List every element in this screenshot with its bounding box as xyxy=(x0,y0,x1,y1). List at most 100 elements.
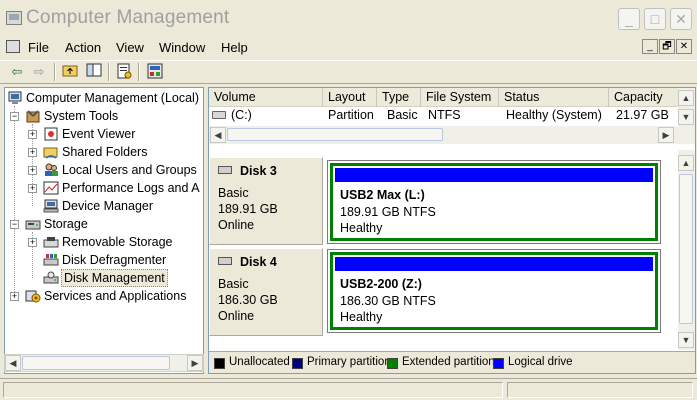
removable-storage-icon xyxy=(43,235,59,249)
expand-icon[interactable]: + xyxy=(10,292,19,301)
disk-name: Disk 4 xyxy=(240,255,277,269)
expand-icon[interactable]: + xyxy=(28,238,37,247)
extended-partition-frame: USB2 Max (L:) 189.91 GB NTFS Healthy xyxy=(330,163,658,241)
disk-size: 189.91 GB xyxy=(218,202,278,216)
users-icon xyxy=(43,163,59,177)
volume-list-horizontal-scrollbar[interactable]: ◀ ▶ xyxy=(209,126,695,144)
partition-name: USB2 Max (L:) xyxy=(340,188,425,202)
properties-icon[interactable] xyxy=(115,63,133,81)
status-pane xyxy=(3,382,503,398)
close-button[interactable]: ✕ xyxy=(670,8,692,30)
toolbar-separator xyxy=(54,63,56,81)
legend-label: Primary partition xyxy=(307,356,391,368)
mdi-restore-button[interactable]: 🗗 xyxy=(659,39,675,54)
partition-detail: 186.30 GB NTFS xyxy=(340,294,436,308)
scroll-up-arrow[interactable]: ▲ xyxy=(678,90,694,106)
scrollbar-thumb[interactable] xyxy=(22,356,170,370)
menu-bar xyxy=(0,36,697,58)
scroll-down-arrow[interactable]: ▼ xyxy=(678,332,694,348)
partition-usb2-max[interactable]: USB2 Max (L:) 189.91 GB NTFS Healthy xyxy=(327,160,661,244)
back-icon[interactable]: ⇦ xyxy=(8,63,26,81)
menu-action[interactable]: Action xyxy=(65,40,101,55)
collapse-icon[interactable]: − xyxy=(10,112,19,121)
document-window-icon[interactable] xyxy=(6,40,20,53)
scroll-down-arrow[interactable]: ▼ xyxy=(678,109,694,125)
forward-icon[interactable]: ⇨ xyxy=(30,63,48,81)
partition-detail: 189.91 GB NTFS xyxy=(340,205,436,219)
scroll-right-arrow[interactable]: ▶ xyxy=(658,127,674,143)
partition-name: USB2-200 (Z:) xyxy=(340,277,422,291)
legend-label: Unallocated xyxy=(229,356,290,368)
disk-name: Disk 3 xyxy=(240,164,277,178)
column-header-volume[interactable]: Volume xyxy=(209,88,323,107)
tree-horizontal-scrollbar[interactable]: ◀ ▶ xyxy=(4,354,204,372)
partition-status: Healthy xyxy=(340,221,383,235)
disk-icon xyxy=(218,257,232,265)
column-header-type[interactable]: Type xyxy=(377,88,421,107)
column-header-file-system[interactable]: File System xyxy=(421,88,499,107)
partition-usb2-200[interactable]: USB2-200 (Z:) 186.30 GB NTFS Healthy xyxy=(327,249,661,333)
status-pane xyxy=(507,382,693,398)
up-folder-icon[interactable] xyxy=(61,63,79,81)
expand-icon[interactable]: + xyxy=(28,148,37,157)
maximize-button[interactable]: □ xyxy=(644,8,666,30)
column-header-capacity[interactable]: Capacity xyxy=(609,88,678,107)
storage-icon xyxy=(25,217,41,231)
device-manager-icon xyxy=(43,199,59,213)
scroll-left-arrow[interactable]: ◀ xyxy=(210,127,226,143)
menu-view[interactable]: View xyxy=(116,40,144,55)
cell-volume: (C:) xyxy=(231,108,252,122)
cell-status: Healthy (System) xyxy=(506,108,602,122)
volume-list-header: Volume Layout Type File System Status Ca… xyxy=(209,88,678,107)
legend-label: Logical drive xyxy=(508,356,573,368)
disk-management-icon xyxy=(43,271,59,285)
disk-3-label[interactable]: Disk 3 Basic 189.91 GB Online xyxy=(209,157,323,245)
shared-folder-icon xyxy=(43,145,59,159)
help-icon[interactable] xyxy=(146,63,164,81)
event-viewer-icon xyxy=(43,127,59,141)
volume-drive-icon xyxy=(212,111,226,119)
legend-label: Extended partition xyxy=(402,356,495,368)
legend-swatch-unallocated xyxy=(214,358,225,369)
disk-size: 186.30 GB xyxy=(218,293,278,307)
computer-icon xyxy=(7,91,23,105)
status-bar xyxy=(0,378,697,400)
menu-file[interactable]: File xyxy=(28,40,49,55)
disk-4-label[interactable]: Disk 4 Basic 186.30 GB Online xyxy=(209,248,323,336)
column-header-layout[interactable]: Layout xyxy=(323,88,377,107)
mdi-minimize-button[interactable]: _ xyxy=(642,39,658,54)
tools-icon xyxy=(25,109,41,123)
mdi-close-button[interactable]: ✕ xyxy=(676,39,692,54)
scrollbar-thumb[interactable] xyxy=(679,174,693,324)
legend-bar: Unallocated Primary partition Extended p… xyxy=(209,351,695,373)
show-hide-tree-icon[interactable] xyxy=(85,63,103,81)
menu-help[interactable]: Help xyxy=(221,40,248,55)
collapse-icon[interactable]: − xyxy=(10,220,19,229)
extended-partition-frame: USB2-200 (Z:) 186.30 GB NTFS Healthy xyxy=(330,252,658,330)
volume-list-vertical-scrollbar[interactable]: ▲ ▼ xyxy=(678,88,695,126)
scroll-left-arrow[interactable]: ◀ xyxy=(5,355,21,371)
scrollbar-thumb[interactable] xyxy=(227,128,443,141)
perf-logs-icon xyxy=(43,181,59,195)
menu-window[interactable]: Window xyxy=(159,40,205,55)
minimize-button[interactable]: _ xyxy=(618,8,640,30)
scroll-up-arrow[interactable]: ▲ xyxy=(678,155,694,171)
expand-icon[interactable]: + xyxy=(28,184,37,193)
cell-layout: Partition xyxy=(328,108,374,122)
column-header-status[interactable]: Status xyxy=(499,88,609,107)
logical-drive-bar xyxy=(335,257,653,271)
tree-connector xyxy=(14,106,15,296)
window-title: Computer Management xyxy=(26,7,230,28)
computer-management-icon xyxy=(6,11,22,25)
console-tree[interactable]: Computer Management (Local) − System Too… xyxy=(4,87,204,374)
scroll-right-arrow[interactable]: ▶ xyxy=(187,355,203,371)
toolbar-separator xyxy=(108,63,110,81)
legend-swatch-primary xyxy=(292,358,303,369)
disk-type: Basic xyxy=(218,277,249,291)
legend-swatch-extended xyxy=(387,358,398,369)
expand-icon[interactable]: + xyxy=(28,166,37,175)
toolbar-separator xyxy=(138,63,140,81)
expand-icon[interactable]: + xyxy=(28,130,37,139)
disk-view-vertical-scrollbar[interactable]: ▲ ▼ xyxy=(678,150,695,350)
defrag-icon xyxy=(43,253,59,267)
